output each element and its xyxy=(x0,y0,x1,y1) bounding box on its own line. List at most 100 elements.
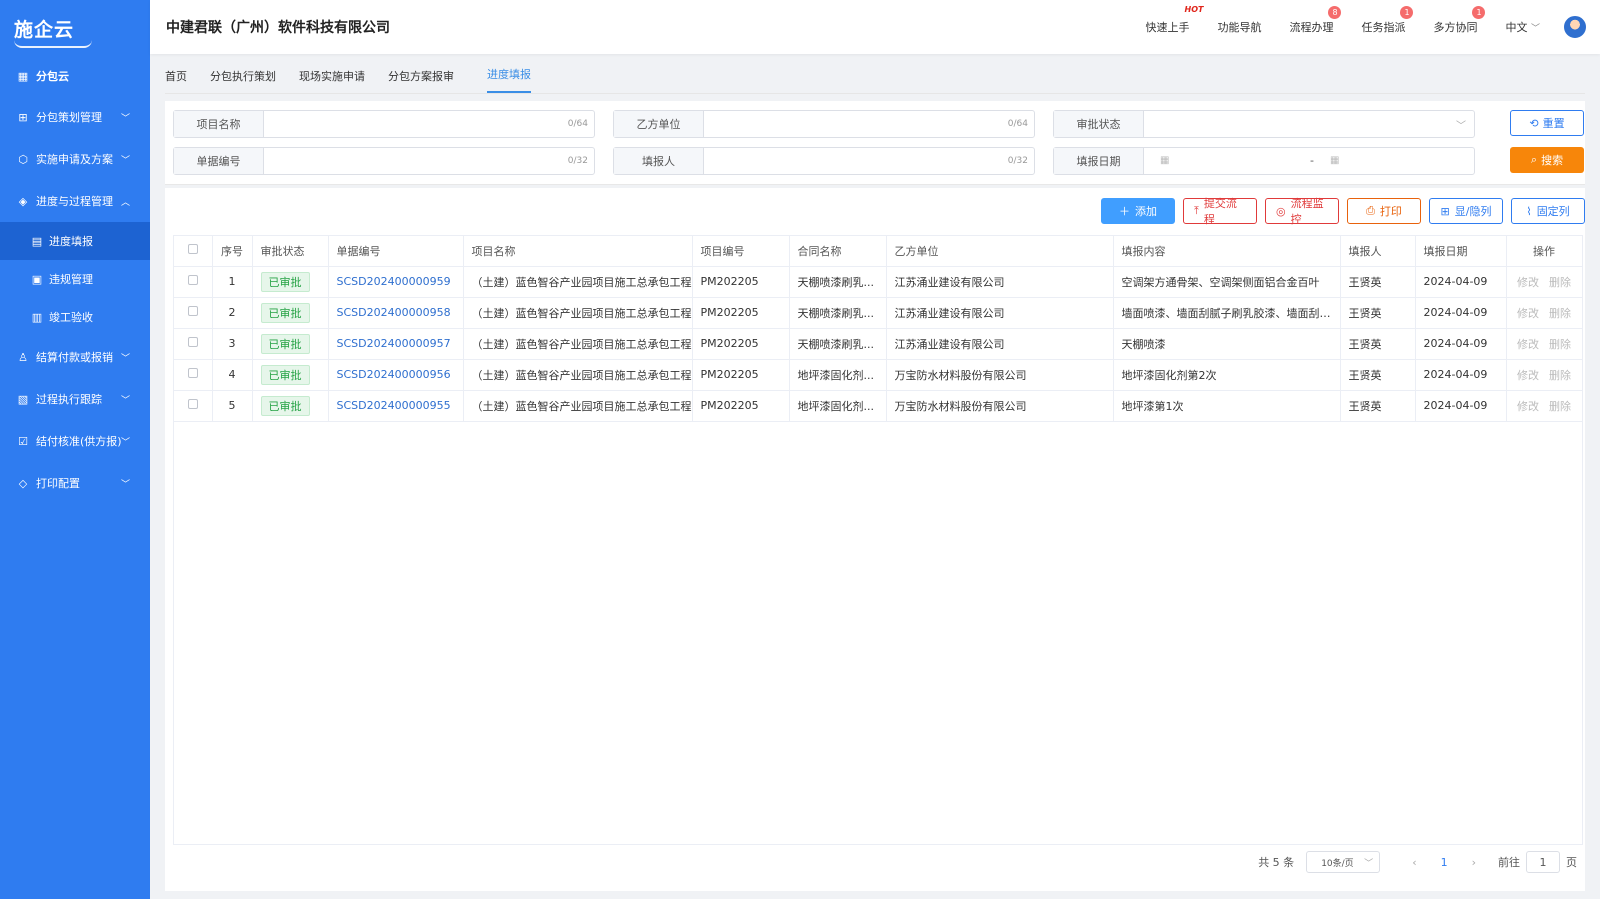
cell-code: PM202205 xyxy=(692,359,790,391)
row-checkbox[interactable] xyxy=(174,359,213,391)
org-icon: ♙ xyxy=(18,350,28,364)
row-checkbox[interactable] xyxy=(174,390,213,422)
chevron-up-icon: ︿ xyxy=(120,197,130,208)
party-b-input[interactable]: 0/64 xyxy=(704,111,1034,137)
pagination: 共 5 条 10条/页 ﹀ ‹ 1 › 前往 1 页 xyxy=(1258,851,1577,873)
workflow-monitor-button[interactable]: ◎ 流程监控 xyxy=(1265,197,1339,226)
prev-page-button[interactable]: ‹ xyxy=(1412,856,1416,869)
sidebar-item-print-config[interactable]: ◇ 打印配置 ﹀ xyxy=(0,462,150,504)
sidebar-item-label: 分包云 xyxy=(36,70,69,83)
company-name: 中建君联（广州）软件科技有限公司 xyxy=(166,20,390,36)
doc-link[interactable]: SCSD202400000959 xyxy=(337,275,451,288)
status-badge: 已审批 xyxy=(260,364,310,385)
edit-button[interactable]: 修改 xyxy=(1517,369,1539,382)
data-table: 序号 审批状态 单据编号 项目名称 项目编号 合同名称 乙方单位 填报内容 填报… xyxy=(173,235,1583,845)
doc-link[interactable]: SCSD202400000958 xyxy=(337,306,451,319)
avatar[interactable] xyxy=(1564,16,1586,38)
task-assign-link[interactable]: 任务指派 1 xyxy=(1361,6,1414,35)
calendar-icon: ▦ xyxy=(1330,155,1340,166)
cell-project: （土建）蓝色智谷产业园项目施工总承包工程 xyxy=(463,328,693,360)
char-count: 0/64 xyxy=(567,119,588,129)
col-header: 操作 xyxy=(1506,236,1583,267)
fix-columns-button[interactable]: ⌇ 固定列 xyxy=(1511,198,1585,224)
tab-execution-plan[interactable]: 分包执行策划 xyxy=(210,68,287,93)
print-button[interactable]: ⎙ 打印 xyxy=(1347,198,1421,224)
sidebar-item-label: 结付核准(供方报) xyxy=(36,435,122,448)
sidebar-item-approval[interactable]: ☑ 结付核准(供方报) ﹀ xyxy=(0,420,150,462)
cell-reporter: 王贤英 xyxy=(1340,297,1416,329)
search-button[interactable]: ⌕ 搜索 xyxy=(1510,147,1584,173)
tab-site-application[interactable]: 现场实施申请 xyxy=(299,68,376,93)
next-page-button[interactable]: › xyxy=(1472,856,1476,869)
edit-button[interactable]: 修改 xyxy=(1517,307,1539,320)
sidebar-item-progress[interactable]: ◈ 进度与过程管理 ︿ xyxy=(0,180,150,222)
sidebar-item-subcontract-cloud[interactable]: ▦ 分包云 xyxy=(0,56,150,96)
cell-project: （土建）蓝色智谷产业园项目施工总承包工程 xyxy=(463,359,693,391)
col-header: 项目编号 xyxy=(692,236,790,267)
collaboration-link[interactable]: 多方协同 1 xyxy=(1433,6,1486,35)
stack-icon: ◇ xyxy=(18,476,28,490)
cell-contract: 地坪漆固化剂... xyxy=(789,390,887,422)
delete-button[interactable]: 删除 xyxy=(1549,400,1571,413)
status-badge: 已审批 xyxy=(260,302,310,323)
delete-button[interactable]: 删除 xyxy=(1549,369,1571,382)
language-select[interactable]: 中文 ﹀ xyxy=(1505,19,1540,35)
cell-party: 万宝防水材料股份有限公司 xyxy=(886,359,1114,391)
doc-link[interactable]: SCSD202400000955 xyxy=(337,399,451,412)
current-page[interactable]: 1 xyxy=(1441,856,1448,869)
reset-button[interactable]: ⟲ 重置 xyxy=(1510,110,1584,136)
sidebar-subitem-acceptance[interactable]: ▥ 竣工验收 xyxy=(0,298,150,336)
project-name-input[interactable]: 0/64 xyxy=(264,111,594,137)
delete-button[interactable]: 删除 xyxy=(1549,276,1571,289)
report-date-range[interactable]: ▦ - ▦ xyxy=(1144,148,1474,174)
approval-status-select[interactable]: ﹀ xyxy=(1144,111,1474,137)
edit-button[interactable]: 修改 xyxy=(1517,276,1539,289)
add-button[interactable]: ＋添加 xyxy=(1101,198,1175,224)
submit-workflow-button[interactable]: ⤒ 提交流程 xyxy=(1183,197,1257,226)
quick-start-link[interactable]: 快速上手 HOT xyxy=(1145,5,1203,35)
sidebar-item-label: 打印配置 xyxy=(36,477,80,490)
sidebar-item-tracking[interactable]: ▧ 过程执行跟踪 ﹀ xyxy=(0,378,150,420)
field-label: 审批状态 xyxy=(1054,111,1144,137)
doc-link[interactable]: SCSD202400000957 xyxy=(337,337,451,350)
sidebar-item-implementation[interactable]: ⬡ 实施申请及方案 ﹀ xyxy=(0,138,150,180)
function-nav-link[interactable]: 功能导航 xyxy=(1217,19,1261,35)
page-size-select[interactable]: 10条/页 ﹀ xyxy=(1306,851,1381,873)
char-count: 0/32 xyxy=(1007,156,1028,166)
row-checkbox[interactable] xyxy=(174,266,213,298)
cell-date: 2024-04-09 xyxy=(1415,266,1507,298)
sidebar-item-settlement[interactable]: ♙ 结算付款或报销 ﹀ xyxy=(0,336,150,378)
table-row: 1 已审批 SCSD202400000959 （土建）蓝色智谷产业园项目施工总承… xyxy=(174,266,1583,298)
tab-progress-report[interactable]: 进度填报 xyxy=(487,66,531,93)
report-date-field: 填报日期 ▦ - ▦ xyxy=(1053,147,1475,175)
edit-button[interactable]: 修改 xyxy=(1517,400,1539,413)
sidebar-subitem-progress-report[interactable]: ▤ 进度填报 xyxy=(0,222,150,260)
tab-plan-review[interactable]: 分包方案报审 xyxy=(388,68,465,93)
goto-page-input[interactable]: 1 xyxy=(1526,851,1560,873)
edit-button[interactable]: 修改 xyxy=(1517,338,1539,351)
tab-home[interactable]: 首页 xyxy=(165,68,198,93)
col-header: 填报内容 xyxy=(1113,236,1341,267)
cell-content: 地坪漆第1次 xyxy=(1113,390,1341,422)
cell-no: 3 xyxy=(212,328,253,360)
cell-actions: 修改 删除 xyxy=(1506,297,1583,329)
row-checkbox[interactable] xyxy=(174,328,213,360)
reporter-input[interactable]: 0/32 xyxy=(704,148,1034,174)
cell-code: PM202205 xyxy=(692,390,790,422)
cell-contract: 天棚喷漆刷乳... xyxy=(789,297,887,329)
doc-no-field: 单据编号 0/32 xyxy=(173,147,595,175)
select-all-checkbox[interactable] xyxy=(174,236,213,267)
doc-link[interactable]: SCSD202400000956 xyxy=(337,368,451,381)
sidebar-item-planning[interactable]: ⊞ 分包策划管理 ﹀ xyxy=(0,96,150,138)
delete-button[interactable]: 删除 xyxy=(1549,307,1571,320)
workflow-link[interactable]: 流程办理 8 xyxy=(1289,6,1342,35)
sidebar-item-label: 过程执行跟踪 xyxy=(36,393,102,406)
doc-no-input[interactable]: 0/32 xyxy=(264,148,594,174)
delete-button[interactable]: 删除 xyxy=(1549,338,1571,351)
toggle-columns-button[interactable]: ⊞ 显/隐列 xyxy=(1429,198,1503,224)
date-separator: - xyxy=(1310,154,1314,167)
sidebar-subitem-violations[interactable]: ▣ 违规管理 xyxy=(0,260,150,298)
sidebar-item-label: 分包策划管理 xyxy=(36,111,102,124)
row-checkbox[interactable] xyxy=(174,297,213,329)
cell-doc: SCSD202400000957 xyxy=(328,328,464,360)
